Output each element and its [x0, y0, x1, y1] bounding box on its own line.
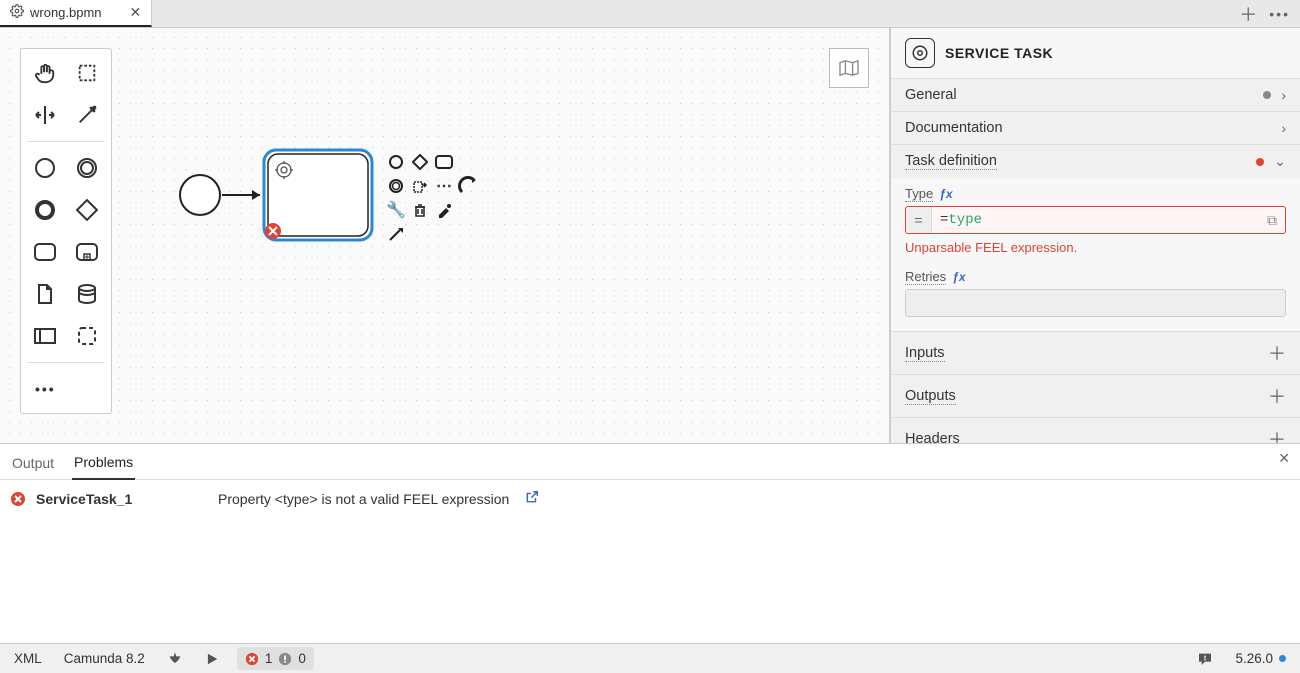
append-end-event[interactable]: [457, 175, 479, 197]
properties-title: SERVICE TASK: [945, 45, 1053, 61]
update-available-icon: [1279, 655, 1286, 662]
new-tab-button[interactable]: ＋: [1239, 1, 1257, 27]
problem-row[interactable]: ServiceTask_1 Property <type> is not a v…: [10, 490, 1290, 507]
chevron-down-icon: ⌄: [1274, 153, 1286, 170]
change-type[interactable]: 🔧: [385, 199, 407, 221]
type-feel-input[interactable]: = ==typetype ⧉: [905, 206, 1286, 234]
deploy-button[interactable]: [163, 651, 187, 667]
tab-close-button[interactable]: ✕: [130, 4, 142, 21]
problems-list: ServiceTask_1 Property <type> is not a v…: [0, 480, 1300, 643]
type-error: Unparsable FEEL expression.: [905, 240, 1286, 255]
append-task[interactable]: [433, 151, 455, 173]
fx-icon: ƒx: [952, 270, 965, 284]
problem-message: Property <type> is not a valid FEEL expr…: [218, 491, 509, 507]
section-headers[interactable]: Headers ＋: [891, 418, 1300, 443]
feedback-button[interactable]: [1193, 651, 1217, 667]
warning-icon: [278, 652, 292, 666]
problems-summary[interactable]: 1 0: [237, 647, 314, 670]
platform-selector[interactable]: Camunda 8.2: [60, 651, 149, 666]
start-event[interactable]: [180, 175, 220, 215]
retries-input[interactable]: [905, 289, 1286, 317]
gear-icon: [10, 4, 24, 21]
connect[interactable]: [385, 223, 407, 245]
append-call-activity[interactable]: [409, 175, 431, 197]
append-intermediate-event[interactable]: [385, 175, 407, 197]
external-link-icon[interactable]: [525, 490, 539, 507]
append-start-event[interactable]: [385, 151, 407, 173]
error-icon: [10, 491, 26, 507]
append-text-annotation[interactable]: ⋯: [433, 175, 455, 197]
properties-header: SERVICE TASK: [891, 28, 1300, 79]
bottom-panel: Output Problems ✕ ServiceTask_1 Property…: [0, 443, 1300, 643]
error-dot-icon: [1256, 158, 1264, 166]
chevron-right-icon: ›: [1281, 120, 1286, 136]
properties-panel: SERVICE TASK General › Documentation › T…: [890, 28, 1300, 443]
error-icon: [245, 652, 259, 666]
start-instance-button[interactable]: [201, 652, 223, 666]
status-bar: XML Camunda 8.2 1 0 5.26.0: [0, 643, 1300, 673]
section-outputs[interactable]: Outputs ＋: [891, 375, 1300, 417]
xml-toggle[interactable]: XML: [10, 651, 46, 666]
add-icon[interactable]: ＋: [1268, 340, 1286, 366]
tab-title: wrong.bpmn: [30, 5, 102, 20]
equals-icon: =: [906, 207, 932, 233]
append-gateway[interactable]: [409, 151, 431, 173]
type-label: Type ƒx: [905, 186, 1286, 202]
section-task-definition[interactable]: Task definition ⌄: [891, 145, 1300, 178]
version-label[interactable]: 5.26.0: [1231, 651, 1290, 666]
delete-element[interactable]: [409, 199, 431, 221]
tab-output[interactable]: Output: [10, 451, 56, 479]
context-pad: ⋯ 🔧: [385, 151, 479, 245]
tab-menu-button[interactable]: •••: [1269, 6, 1290, 22]
section-general[interactable]: General ›: [891, 79, 1300, 111]
fx-icon: ƒx: [939, 187, 952, 201]
color-element[interactable]: [433, 199, 455, 221]
retries-label: Retries ƒx: [905, 269, 1286, 285]
section-documentation[interactable]: Documentation ›: [891, 112, 1300, 144]
canvas[interactable]: •••: [0, 28, 890, 443]
tab-wrong-bpmn[interactable]: wrong.bpmn ✕: [0, 0, 152, 27]
problem-element-id: ServiceTask_1: [36, 491, 176, 507]
indicator-dot-icon: [1263, 91, 1271, 99]
add-icon[interactable]: ＋: [1268, 426, 1286, 443]
close-panel-button[interactable]: ✕: [1278, 450, 1290, 467]
service-task-icon: [905, 38, 935, 68]
chevron-right-icon: ›: [1281, 87, 1286, 103]
section-inputs[interactable]: Inputs ＋: [891, 332, 1300, 374]
add-icon[interactable]: ＋: [1268, 383, 1286, 409]
tab-bar: wrong.bpmn ✕ ＋ •••: [0, 0, 1300, 28]
expand-icon[interactable]: ⧉: [1259, 207, 1285, 233]
tab-problems[interactable]: Problems: [72, 450, 135, 480]
